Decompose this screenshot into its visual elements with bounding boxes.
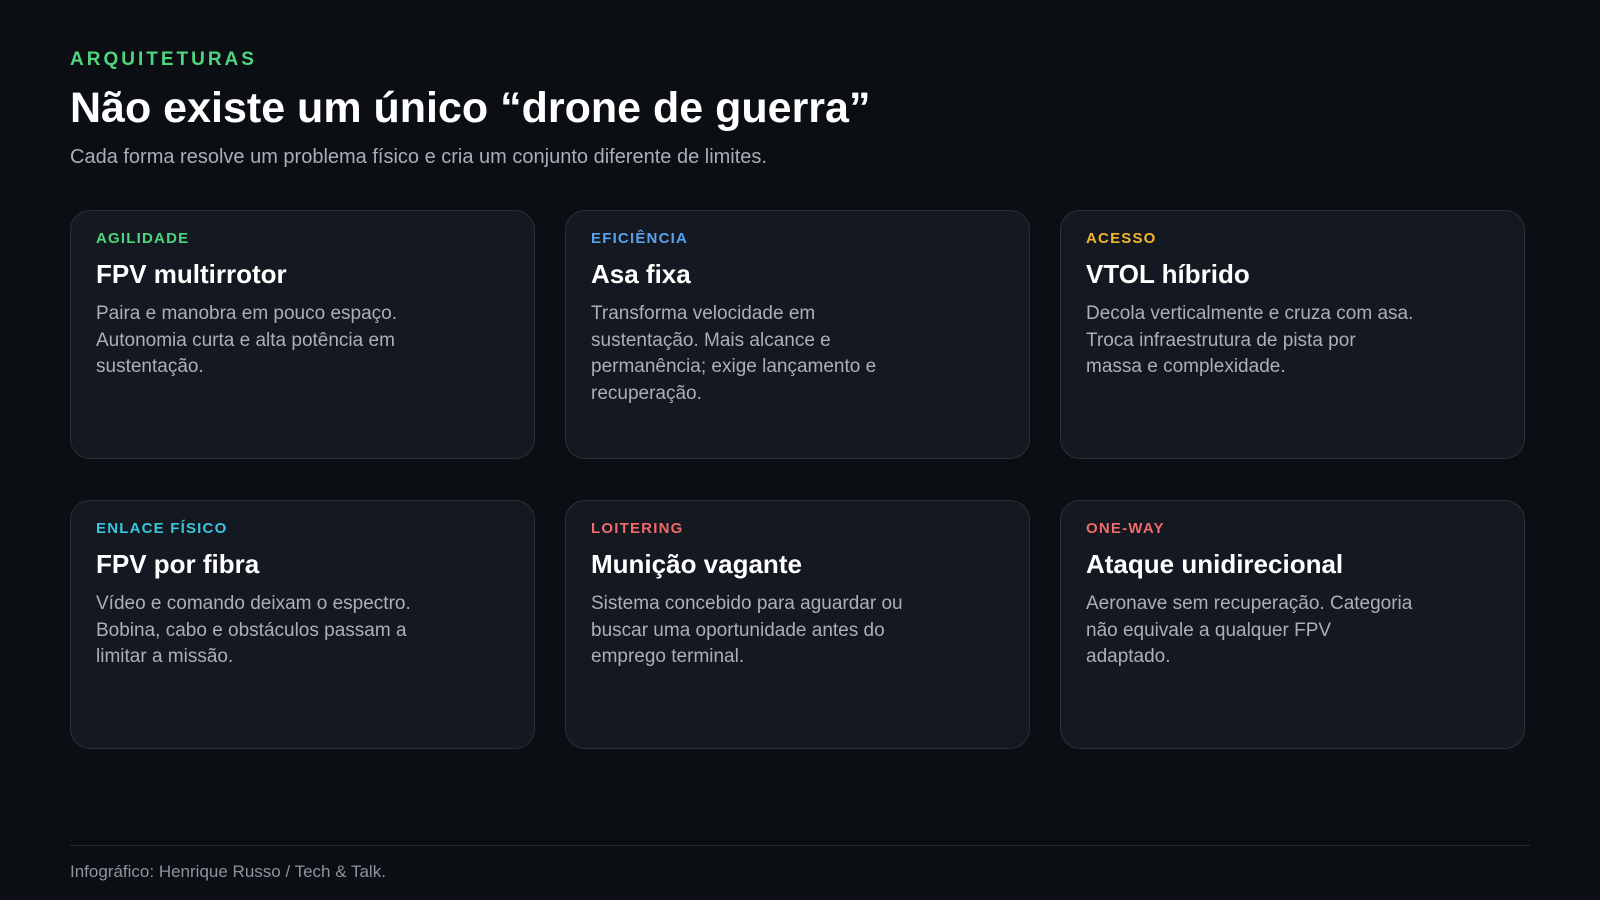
card-description: Aeronave sem recuperação. Categoria não …	[1086, 593, 1413, 667]
card-fpv-multirrotor: AGILIDADE FPV multirrotor Paira e manobr…	[70, 210, 535, 459]
section-eyebrow: ARQUITETURAS	[70, 49, 257, 70]
footer-credit: Infográfico: Henrique Russo / Tech & Tal…	[70, 862, 386, 881]
card-title: FPV por fibra	[96, 549, 260, 579]
card-title: FPV multirrotor	[96, 259, 287, 289]
card-description: Sistema concebido para aguardar ou busca…	[591, 593, 903, 667]
card-tag: LOITERING	[591, 520, 684, 537]
footer-divider	[70, 845, 1530, 846]
card-asa-fixa: EFICIÊNCIA Asa fixa Transforma velocidad…	[565, 210, 1030, 459]
card-tag: EFICIÊNCIA	[591, 230, 689, 247]
card-ataque-unidirecional: ONE-WAY Ataque unidirecional Aeronave se…	[1060, 500, 1525, 749]
card-vtol-hibrido: ACESSO VTOL híbrido Decola verticalmente…	[1060, 210, 1525, 459]
card-description: Transforma velocidade em sustentação. Ma…	[591, 303, 877, 404]
page-subtitle: Cada forma resolve um problema físico e …	[70, 146, 767, 168]
card-title: Asa fixa	[591, 259, 691, 289]
card-description: Decola verticalmente e cruza com asa. Tr…	[1086, 303, 1414, 377]
architecture-grid: AGILIDADE FPV multirrotor Paira e manobr…	[70, 210, 1526, 749]
card-tag: ONE-WAY	[1086, 520, 1165, 537]
card-fpv-por-fibra: ENLACE FÍSICO FPV por fibra Vídeo e coma…	[70, 500, 535, 749]
card-tag: ENLACE FÍSICO	[96, 520, 228, 537]
card-title: Ataque unidirecional	[1086, 549, 1344, 579]
card-tag: ACESSO	[1086, 230, 1157, 247]
card-tag: AGILIDADE	[96, 230, 190, 247]
card-municao-vagante: LOITERING Munição vagante Sistema conceb…	[565, 500, 1030, 749]
page-title: Não existe um único “drone de guerra”	[70, 84, 871, 132]
card-description: Vídeo e comando deixam o espectro. Bobin…	[96, 593, 411, 667]
card-title: VTOL híbrido	[1086, 259, 1250, 289]
header: ARQUITETURAS Não existe um único “drone …	[70, 48, 1530, 170]
card-title: Munição vagante	[591, 549, 802, 579]
card-description: Paira e manobra em pouco espaço. Autonom…	[96, 303, 398, 377]
